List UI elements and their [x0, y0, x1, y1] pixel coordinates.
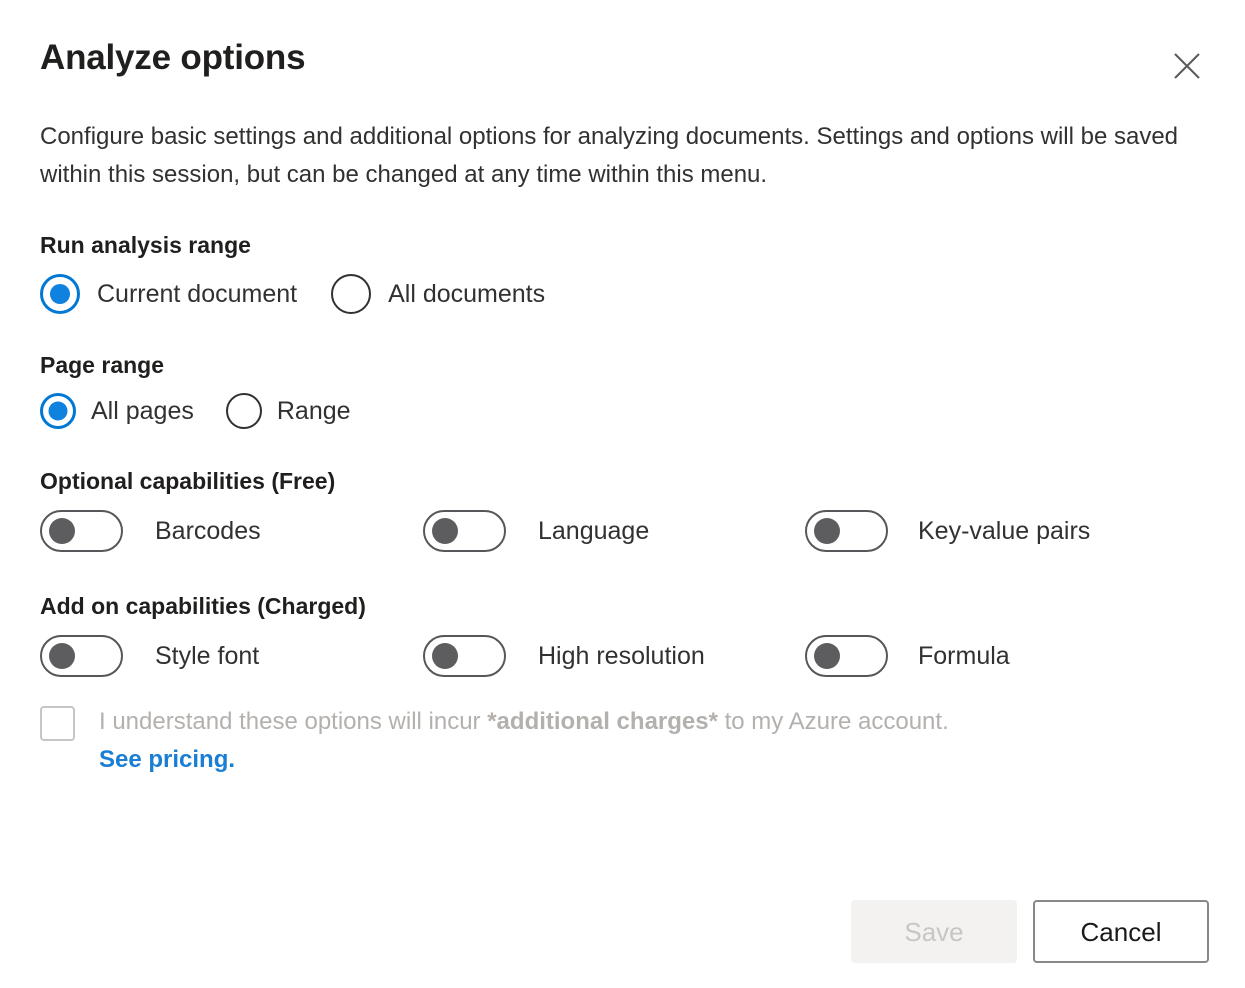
optional-capabilities-toggle-row: Barcodes Language Key-value pairs: [40, 510, 1205, 552]
dialog-footer: Save Cancel: [851, 900, 1209, 963]
radio-label: All pages: [91, 396, 194, 426]
toggle-formula[interactable]: [805, 635, 888, 677]
radio-range[interactable]: Range: [226, 393, 351, 429]
dialog-header: Analyze options: [40, 34, 1205, 94]
charges-consent-text: I understand these options will incur *a…: [99, 703, 949, 779]
toggle-label: Barcodes: [155, 516, 261, 546]
toggle-cell-style-font: Style font: [40, 635, 423, 677]
charges-consent-row: I understand these options will incur *a…: [40, 703, 1205, 779]
page-range-radio-group: All pages Range: [40, 393, 1205, 429]
consent-text-after: to my Azure account.: [718, 708, 949, 735]
section-heading-page-range: Page range: [40, 350, 1205, 380]
radio-all-pages[interactable]: All pages: [40, 393, 194, 429]
radio-selected-icon: [40, 274, 80, 314]
see-pricing-link[interactable]: See pricing.: [99, 741, 235, 779]
radio-selected-icon: [40, 393, 76, 429]
toggle-high-resolution[interactable]: [423, 635, 506, 677]
toggle-language[interactable]: [423, 510, 506, 552]
radio-unselected-icon: [226, 393, 262, 429]
toggle-thumb-icon: [814, 643, 840, 669]
addon-capabilities-toggle-row: Style font High resolution Formula: [40, 635, 1205, 677]
close-button[interactable]: [1165, 44, 1209, 88]
toggle-cell-formula: Formula: [805, 635, 1010, 677]
cancel-button[interactable]: Cancel: [1033, 900, 1209, 963]
toggle-cell-key-value-pairs: Key-value pairs: [805, 510, 1090, 552]
toggle-label: Formula: [918, 641, 1010, 671]
section-heading-run-analysis-range: Run analysis range: [40, 230, 1205, 260]
charges-consent-checkbox[interactable]: [40, 706, 75, 741]
toggle-style-font[interactable]: [40, 635, 123, 677]
toggle-label: Key-value pairs: [918, 516, 1090, 546]
toggle-thumb-icon: [814, 518, 840, 544]
toggle-cell-high-resolution: High resolution: [423, 635, 805, 677]
consent-text-bold: *additional charges*: [487, 708, 718, 735]
toggle-cell-barcodes: Barcodes: [40, 510, 423, 552]
radio-label: Range: [277, 396, 351, 426]
toggle-thumb-icon: [432, 518, 458, 544]
close-icon: [1172, 51, 1202, 81]
run-analysis-range-radio-group: Current document All documents: [40, 274, 1205, 314]
radio-unselected-icon: [331, 274, 371, 314]
save-button[interactable]: Save: [851, 900, 1017, 963]
section-heading-addon-capabilities: Add on capabilities (Charged): [40, 591, 1205, 621]
dialog-description: Configure basic settings and additional …: [40, 118, 1200, 194]
radio-current-document[interactable]: Current document: [40, 274, 297, 314]
analyze-options-dialog: Analyze options Configure basic settings…: [0, 0, 1245, 988]
page-title: Analyze options: [40, 34, 1205, 80]
toggle-cell-language: Language: [423, 510, 805, 552]
toggle-key-value-pairs[interactable]: [805, 510, 888, 552]
toggle-label: High resolution: [538, 641, 705, 671]
radio-all-documents[interactable]: All documents: [331, 274, 545, 314]
radio-label: Current document: [97, 279, 297, 309]
toggle-thumb-icon: [49, 518, 75, 544]
toggle-label: Style font: [155, 641, 259, 671]
toggle-thumb-icon: [432, 643, 458, 669]
radio-label: All documents: [388, 279, 545, 309]
toggle-barcodes[interactable]: [40, 510, 123, 552]
toggle-thumb-icon: [49, 643, 75, 669]
section-heading-optional-capabilities: Optional capabilities (Free): [40, 466, 1205, 496]
toggle-label: Language: [538, 516, 649, 546]
consent-text-before: I understand these options will incur: [99, 708, 487, 735]
